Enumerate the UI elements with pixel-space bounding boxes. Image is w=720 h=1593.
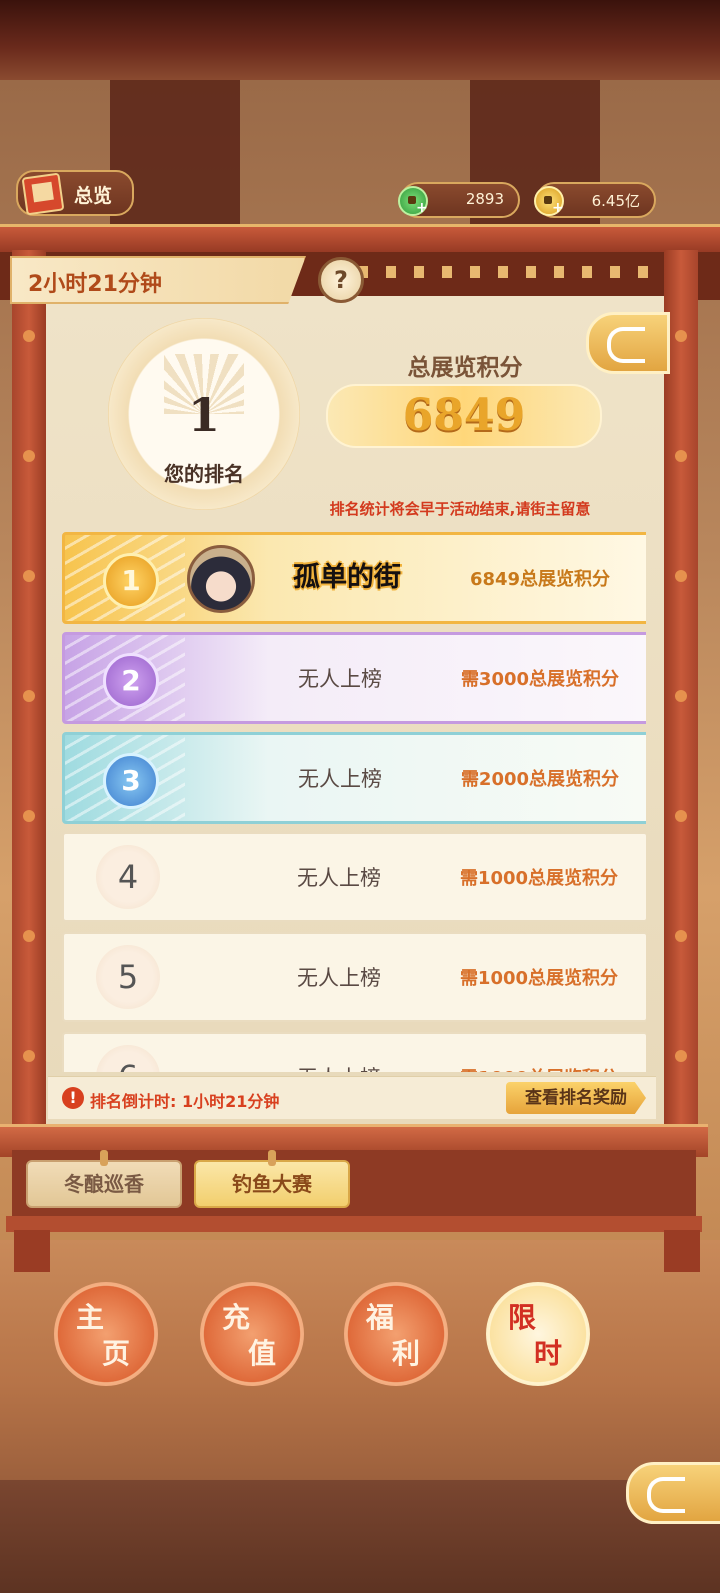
empty-slot-label: 无人上榜 [298,667,382,691]
frame-leg [664,1230,700,1272]
score-box: 6849 [326,384,602,448]
tab-label: 冬酿巡香 [64,1172,144,1196]
frame-right-post [664,250,698,1130]
frame-leg [14,1230,50,1272]
ranking-row[interactable]: 2 无人上榜 需3000总展览积分 [62,632,646,724]
requirement-label: 需3000总展览积分 [460,669,620,690]
score-value: 6849 [402,390,526,441]
jade-currency[interactable]: + 2893 [398,182,520,218]
rank-number: 6 [96,1045,160,1072]
score-title: 总展览积分 [407,355,523,381]
my-rank-badge: 1 您的排名 [108,318,300,510]
nav-label: 页 [102,1337,131,1370]
empty-slot-label: 无人上榜 [274,1062,404,1072]
overview-label: 总览 [74,185,113,207]
rank-medal-blue: 3 [103,753,159,809]
frame-stand-base [6,1216,702,1232]
player-name: 孤单的街 [293,562,401,593]
back-button-bottom[interactable] [626,1462,720,1524]
rank-medal-purple: 2 [103,653,159,709]
requirement-label: 需2000总展览积分 [460,769,620,790]
plus-icon: + [552,200,564,216]
overview-button[interactable]: 总览 [16,170,134,216]
gold-currency[interactable]: + 6.45亿 [534,182,656,218]
countdown-bar: ! 排名倒计时: 1小时21分钟 查看排名奖励 [48,1076,656,1119]
nav-label: 主 [76,1301,105,1334]
background-floor-lower [0,1480,720,1593]
player-score: 6849总展览积分 [469,569,611,590]
nav-label: 时 [534,1337,563,1370]
empty-slot-label: 无人上榜 [298,767,382,791]
ranking-countdown: 排名倒计时: 1小时21分钟 [90,1092,280,1111]
requirement-label: 需1000总展览积分 [459,968,619,989]
tab-fishing-contest[interactable]: 钓鱼大赛 [194,1150,350,1208]
view-rewards-label: 查看排名奖励 [525,1088,627,1108]
my-rank-value: 1 [187,388,220,442]
rank-number: 4 [96,845,160,909]
nav-label: 充 [222,1301,251,1334]
my-rank-label: 您的排名 [164,462,244,486]
ranking-row[interactable]: 4 无人上榜 需1000总展览积分 [62,832,646,922]
tab-label: 钓鱼大赛 [232,1172,312,1196]
plus-icon: + [416,200,428,216]
nav-label: 福 [366,1301,395,1334]
view-rewards-button[interactable]: 查看排名奖励 [506,1082,646,1114]
nav-home-button[interactable]: 主 页 [54,1282,158,1386]
frame-left-post [12,250,46,1130]
jade-amount: 2893 [465,190,504,208]
ranking-row[interactable]: 5 无人上榜 需1000总展览积分 [62,932,646,1022]
question-icon: ? [334,266,348,294]
tab-dongniang-xunxiang[interactable]: 冬酿巡香 [26,1150,182,1208]
background-pillar [110,80,240,240]
book-icon [21,172,65,216]
ranking-row[interactable]: 3 无人上榜 需2000总展览积分 [62,732,646,824]
nav-welfare-button[interactable]: 福 利 [344,1282,448,1386]
event-timer: 2小时21分钟 [28,272,162,297]
rank-number: 5 [96,945,160,1009]
ranking-list[interactable]: 1 孤单的街 6849总展览积分 2 无人上榜 需3000总展览积分 3 无人上… [62,528,646,1072]
requirement-label: 需1000总展览积分 [459,868,619,889]
player-avatar[interactable] [187,545,255,613]
nav-label: 值 [248,1337,277,1370]
ranking-row[interactable]: 1 孤单的街 6849总展览积分 [62,532,646,624]
ranking-notice: 排名统计将会早于活动结束,请街主留意 [329,500,591,518]
nav-label: 利 [392,1337,421,1370]
requirement-label: 需1000总展览积分 [444,1064,634,1072]
ranking-row[interactable]: 6 无人上榜 需1000总展览积分 [62,1032,646,1072]
nav-recharge-button[interactable]: 充 值 [200,1282,304,1386]
back-arrow-icon [647,1477,685,1513]
warning-icon: ! [62,1087,84,1109]
empty-slot-label: 无人上榜 [297,966,381,990]
help-button[interactable]: ? [318,257,364,303]
background-roof [0,0,720,80]
back-arrow-icon [607,327,645,363]
nav-label: 限 [508,1301,537,1334]
gold-amount: 6.45亿 [591,192,640,210]
event-timer-banner: 2小时21分钟 [10,256,306,304]
rank-medal-gold: 1 [103,553,159,609]
nav-limited-button[interactable]: 限 时 [486,1282,590,1386]
empty-slot-label: 无人上榜 [297,866,381,890]
